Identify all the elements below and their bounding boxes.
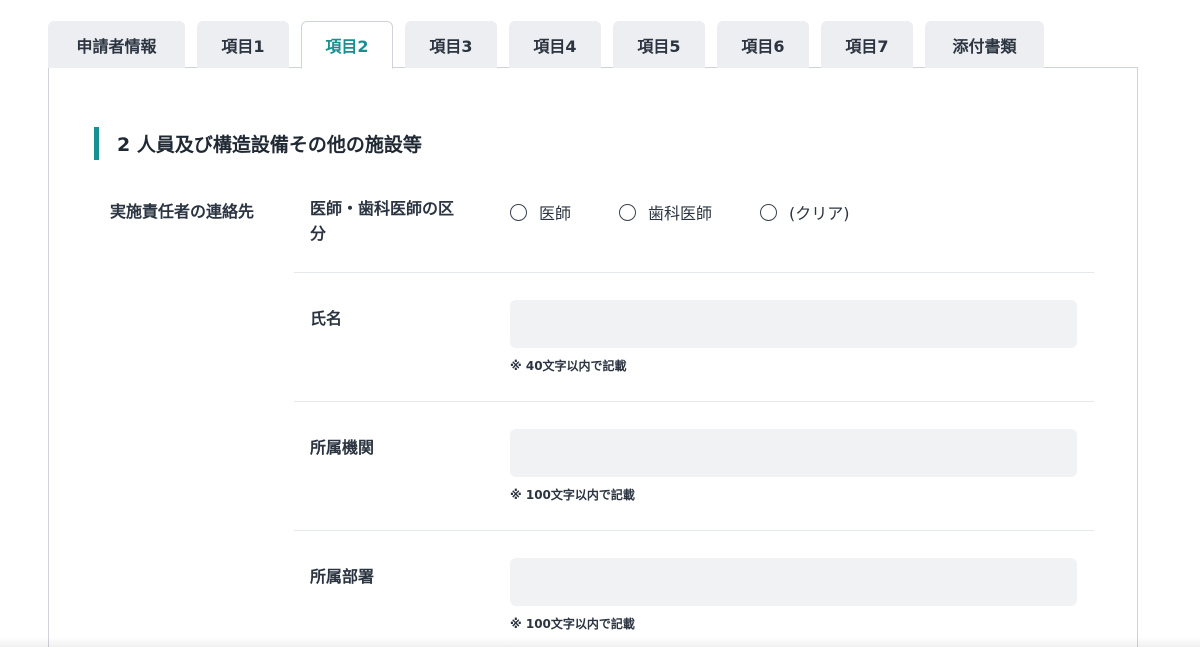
name-input[interactable] [510,300,1077,348]
doctor-type-label: 医師・歯科医師の区 分 [310,196,480,246]
name-hint: ※ 40文字以内で記載 [510,359,627,373]
tab-item-5[interactable]: 項目5 [613,21,705,68]
tab-item-2[interactable]: 項目2 [301,21,393,69]
tab-item-1[interactable]: 項目1 [197,21,289,68]
group-label-contact: 実施責任者の連絡先 [110,202,255,221]
radio-clear-label: (クリア) [789,204,850,223]
radio-doctor[interactable]: 医師 [510,200,571,224]
tab-item-3[interactable]: 項目3 [405,21,497,68]
radio-doctor-label: 医師 [539,204,572,223]
institution-hint: ※ 100文字以内で記載 [510,488,635,502]
doctor-type-label-line2: 分 [310,224,327,243]
department-hint: ※ 100文字以内で記載 [510,617,635,631]
form-panel: 2 人員及び構造設備その他の施設等 実施責任者の連絡先 医師・歯科医師の区 分 … [48,67,1138,647]
tab-item-4[interactable]: 項目4 [509,21,601,68]
row-department: 所属部署 ※ 100文字以内で記載 [294,531,1094,647]
department-label: 所属部署 [310,567,375,586]
tab-applicant-info[interactable]: 申請者情報 [48,21,185,68]
radio-circle-icon[interactable] [760,203,778,221]
tab-attachments[interactable]: 添付書類 [925,21,1044,68]
tab-item-6[interactable]: 項目6 [717,21,809,68]
doctor-type-label-line1: 医師・歯科医師の区 [310,199,455,218]
row-doctor-type: 医師・歯科医師の区 分 医師 歯科医師 (クリア) [294,68,1094,273]
radio-dentist-label: 歯科医師 [648,204,713,223]
bottom-scroll-shadow [0,637,1200,647]
name-label: 氏名 [310,309,343,328]
section-accent-bar [94,127,99,160]
tab-item-7[interactable]: 項目7 [821,21,913,68]
radio-clear[interactable]: (クリア) [760,200,850,224]
row-name: 氏名 ※ 40文字以内で記載 [294,273,1094,402]
row-institution: 所属機関 ※ 100文字以内で記載 [294,402,1094,531]
department-input[interactable] [510,558,1077,606]
radio-dentist[interactable]: 歯科医師 [619,200,712,224]
doctor-type-radio-group: 医師 歯科医師 (クリア) [510,200,898,224]
application-form-page: 申請者情報 項目1 項目2 項目3 項目4 項目5 項目6 項目7 添付書類 2… [0,0,1200,647]
institution-input[interactable] [510,429,1077,477]
radio-circle-icon[interactable] [619,203,637,221]
radio-circle-icon[interactable] [510,203,527,221]
institution-label: 所属機関 [310,438,375,457]
tab-bar: 申請者情報 項目1 項目2 項目3 項目4 項目5 項目6 項目7 添付書類 [48,21,1044,69]
